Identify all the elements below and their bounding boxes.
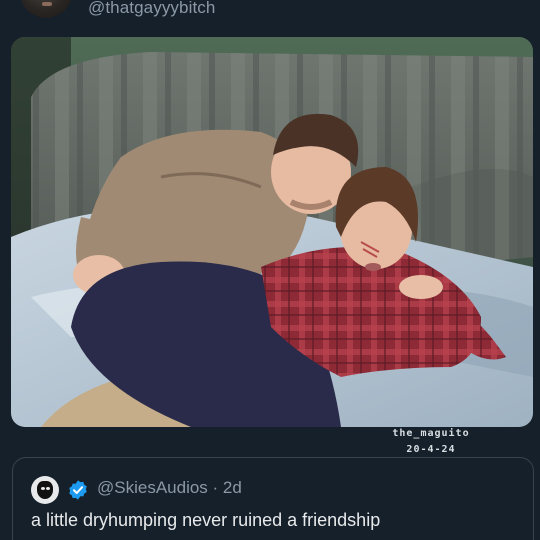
- quoted-tweet-text: a little dryhumping never ruined a frien…: [31, 510, 381, 530]
- quoted-meta: @SkiesAudios · 2d: [97, 478, 242, 498]
- watermark-date: 20-4-24: [406, 444, 456, 455]
- artist-watermark: the_maguito 20-4-24: [386, 426, 476, 458]
- tweet-media-image[interactable]: [11, 37, 533, 427]
- meta-separator: ·: [207, 478, 223, 497]
- tweet-author-row[interactable]: @thatgayyybitch: [0, 0, 540, 30]
- quoted-handle[interactable]: @SkiesAudios: [97, 478, 208, 497]
- tweet-screen: @thatgayyybitch the_maguito 20-4-24 @Ski…: [0, 0, 540, 540]
- illustration: [11, 37, 533, 427]
- mask-eye-left: [41, 487, 45, 490]
- watermark-name: the_maguito: [392, 428, 470, 439]
- quoted-time[interactable]: 2d: [223, 478, 242, 497]
- figure2-hand: [399, 275, 443, 299]
- quoted-tweet-card[interactable]: @SkiesAudios · 2d a little dryhumping ne…: [12, 457, 534, 540]
- mask-shape: [37, 481, 53, 499]
- mask-eye-right: [46, 487, 50, 490]
- author-handle[interactable]: @thatgayyybitch: [88, 0, 215, 18]
- quoted-author-avatar[interactable]: [31, 476, 59, 504]
- verified-badge-icon: [69, 480, 87, 500]
- author-avatar[interactable]: [20, 0, 72, 18]
